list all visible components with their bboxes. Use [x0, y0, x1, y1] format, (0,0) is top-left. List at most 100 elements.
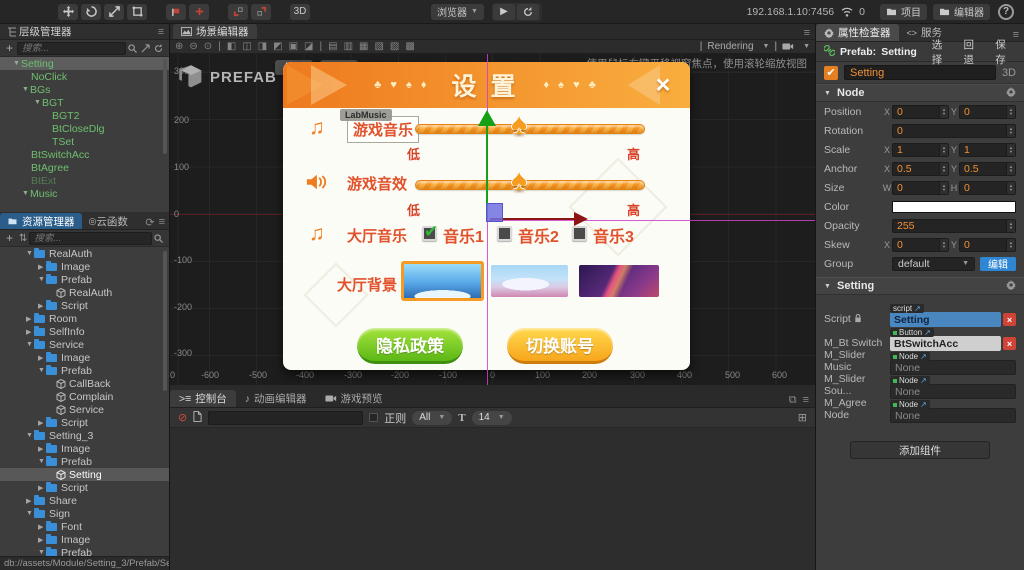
switch-account-button[interactable]: 切换账号 [507, 328, 613, 364]
pivot-toggle-icon[interactable] [166, 3, 186, 20]
scale-tool-icon[interactable] [104, 3, 124, 20]
asset-prefab-service[interactable]: Service [0, 403, 169, 416]
align-center-h-icon[interactable]: ◫ [242, 41, 251, 52]
search-icon[interactable] [154, 233, 163, 243]
external-link-icon[interactable]: ↗ [920, 376, 927, 385]
gear-icon[interactable] [1006, 279, 1016, 293]
music-slider-handle[interactable]: ♠ [511, 110, 527, 140]
opacity-input[interactable]: 255 ▲ ▼ [892, 218, 1016, 233]
bt-switch-value-field[interactable]: BtSwitchAcc [890, 336, 1001, 351]
asset-prefab-setting[interactable]: Setting [0, 468, 169, 481]
music2-checkbox[interactable] [497, 226, 512, 241]
align-center-v-icon[interactable]: ▣ [289, 41, 298, 52]
add-node-button[interactable]: + [6, 41, 13, 55]
tab-scene-editor[interactable]: 场景编辑器 [173, 24, 257, 39]
tab-animation-editor[interactable]: ♪ 动画编辑器 [236, 390, 316, 407]
asset-folder-image[interactable]: ▶ Image [0, 533, 169, 546]
hierarchy-item-bgt[interactable]: ▼ BGT [0, 96, 169, 109]
hierarchy-item-music[interactable]: ▼ Music [0, 187, 169, 200]
node-enabled-checkbox[interactable]: ✔ [824, 65, 838, 80]
spinner-icon[interactable]: ▲ ▼ [1006, 238, 1015, 251]
gizmo-x-arrowhead[interactable] [574, 212, 588, 226]
distribute-h2-icon[interactable]: ▥ [344, 41, 353, 52]
sound-volume-slider[interactable] [415, 180, 645, 190]
browser-select[interactable]: 浏览器 ▼ [431, 3, 484, 20]
export-log-icon[interactable]: ⊞ [798, 411, 807, 424]
hierarchy-search-input[interactable] [17, 41, 126, 55]
prefab-select-link[interactable]: 选择 [932, 37, 953, 67]
size-h-input[interactable]: 0 ▲ ▼ [959, 180, 1016, 195]
expand-arrow-icon[interactable]: ▼ [13, 60, 21, 67]
spinner-icon[interactable]: ▲ ▼ [939, 143, 948, 156]
font-size-select[interactable]: 14 ▼ [471, 410, 512, 425]
asset-folder-script[interactable]: ▶ Script [0, 299, 169, 312]
spinner-icon[interactable]: ▲ ▼ [1006, 219, 1015, 232]
hierarchy-item-btext[interactable]: BtExt [0, 174, 169, 187]
agree-node-value-field[interactable]: None [890, 408, 1016, 423]
camera-icon[interactable] [782, 42, 794, 51]
hierarchy-item-bgt2[interactable]: BGT2 [0, 109, 169, 122]
move-tool-icon[interactable] [58, 3, 78, 20]
music-volume-slider[interactable] [415, 124, 645, 134]
scene-canvas[interactable]: 使用鼠标右键平移视窗焦点，使用滚轮缩放视图 300 200 100 0 -100… [170, 54, 815, 385]
asset-prefab-complain[interactable]: Complain [0, 390, 169, 403]
rotate-tool-icon[interactable] [81, 3, 101, 20]
spinner-icon[interactable]: ▲ ▼ [1006, 181, 1015, 194]
rendering-select[interactable]: Rendering [707, 41, 753, 52]
background-thumb-3[interactable] [579, 265, 659, 297]
expand-arrow-icon[interactable]: ▼ [34, 99, 42, 106]
align-top-icon[interactable]: ◩ [273, 41, 282, 52]
anchor-frame-icon[interactable] [251, 3, 271, 20]
collapse-arrow-icon[interactable]: ▼ [824, 283, 832, 290]
music3-checkbox[interactable] [572, 226, 587, 241]
anchor-x-input[interactable]: 0.5 ▲ ▼ [892, 161, 949, 176]
sync-assets-icon[interactable]: ⟳ [145, 216, 154, 229]
background-thumb-2[interactable] [491, 265, 568, 297]
color-swatch[interactable] [892, 200, 1016, 213]
slider-music-value-field[interactable]: None [890, 360, 1016, 375]
position-y-input[interactable]: 0 ▲ ▼ [959, 104, 1016, 119]
align-left-icon[interactable]: ◧ [227, 41, 236, 52]
tab-property-inspector[interactable]: 属性检查器 [816, 24, 899, 41]
hierarchy-item-bgs[interactable]: ▼ BGs [0, 83, 169, 96]
prefab-revert-link[interactable]: 回退 [964, 37, 985, 67]
asset-folder-image[interactable]: ▶ Image [0, 442, 169, 455]
help-button[interactable]: ? [998, 3, 1014, 20]
asset-folder-image[interactable]: ▶ Image [0, 351, 169, 364]
spinner-icon[interactable]: ▲ ▼ [939, 105, 948, 118]
slider-sound-value-field[interactable]: None [890, 384, 1016, 399]
asset-folder-room[interactable]: ▶ Room [0, 312, 169, 325]
asset-folder-selfinfo[interactable]: ▶ SelfInfo [0, 325, 169, 338]
open-editor-button[interactable]: 编辑器 [933, 3, 990, 20]
asset-folder-script[interactable]: ▶ Script [0, 481, 169, 494]
sound-slider-handle[interactable]: ♠ [511, 166, 527, 196]
asset-folder-prefab[interactable]: ▼ Prefab [0, 364, 169, 377]
log-level-select[interactable]: All ▼ [412, 410, 453, 425]
setting-section-header[interactable]: ▼ Setting [816, 277, 1024, 295]
scale-y-input[interactable]: 1 ▲ ▼ [959, 142, 1016, 157]
position-x-input[interactable]: 0 ▲ ▼ [892, 104, 949, 119]
privacy-policy-button[interactable]: 隐私政策 [357, 328, 463, 364]
tab-assets[interactable]: 资源管理器 [0, 213, 82, 229]
add-asset-button[interactable]: + [6, 231, 13, 245]
group-edit-button[interactable]: 编辑 [980, 256, 1016, 271]
align-bottom-icon[interactable]: ◪ [304, 41, 313, 52]
size-w-input[interactable]: 0 ▲ ▼ [892, 180, 949, 195]
spinner-icon[interactable]: ▲ ▼ [1006, 124, 1015, 137]
prefab-save-link[interactable]: 保存 [995, 37, 1016, 67]
asset-folder-prefab[interactable]: ▼ Prefab [0, 455, 169, 468]
zoom-in-icon[interactable]: ⊕ [175, 41, 183, 52]
spinner-icon[interactable]: ▲ ▼ [939, 238, 948, 251]
scale-x-input[interactable]: 1 ▲ ▼ [892, 142, 949, 157]
sort-icon[interactable]: ⇅ [19, 233, 27, 244]
refresh-hierarchy-icon[interactable] [154, 43, 163, 53]
asset-prefab-callback[interactable]: CallBack [0, 377, 169, 390]
zoom-out-icon[interactable]: ⊖ [189, 41, 197, 52]
remove-reference-button[interactable]: × [1003, 313, 1016, 326]
node-name-input[interactable]: Setting [844, 65, 996, 80]
distribute-v2-icon[interactable]: ▨ [390, 41, 399, 52]
play-button[interactable]: ▶ [492, 3, 515, 20]
external-link-icon[interactable]: ↗ [920, 352, 927, 361]
console-filter-input[interactable] [208, 410, 364, 425]
script-value-field[interactable]: Setting [890, 312, 1001, 327]
